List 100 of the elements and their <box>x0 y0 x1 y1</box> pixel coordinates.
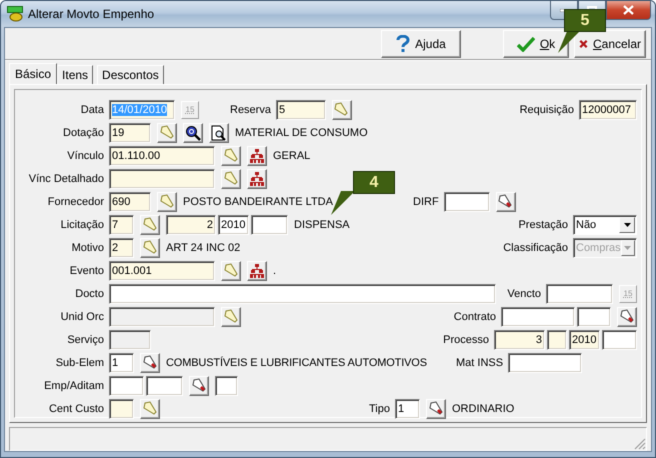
field-label: Data <box>80 104 104 116</box>
field-label: DIRF <box>413 196 439 208</box>
input-field[interactable] <box>577 306 611 326</box>
input-field[interactable]: 2010 <box>569 330 600 350</box>
hierarchy-button[interactable] <box>247 146 267 166</box>
flashlight-icon <box>224 263 238 278</box>
lookup-button[interactable] <box>221 306 241 326</box>
input-field[interactable]: 01.110.00 <box>109 146 215 166</box>
input-field[interactable]: 2 <box>109 238 134 258</box>
flashlight-icon <box>620 309 634 324</box>
input-field[interactable] <box>251 214 288 234</box>
input-field[interactable] <box>109 168 215 188</box>
description-text: COMBUSTÍVEIS E LUBRIFICANTES AUTOMOTIVOS <box>166 356 427 368</box>
dropdown-arrow-icon <box>624 222 630 226</box>
lookup-button[interactable] <box>221 146 241 166</box>
input-field[interactable]: 19 <box>109 122 151 142</box>
field-label: Docto <box>74 288 104 300</box>
description-text: DISPENSA <box>294 218 350 230</box>
input-field[interactable] <box>546 284 613 304</box>
input-field[interactable]: 3 <box>494 330 545 350</box>
field-label: Sub-Elem <box>54 356 104 368</box>
field-label: Prestação <box>518 218 568 230</box>
field-label: Classificação <box>503 242 568 254</box>
input-field[interactable]: 1 <box>109 352 134 372</box>
lookup-button[interactable] <box>189 376 209 396</box>
tab[interactable]: Descontos <box>97 65 164 84</box>
input-field[interactable] <box>508 352 582 372</box>
lookup-button[interactable] <box>140 352 160 372</box>
lookup-button[interactable] <box>426 398 446 418</box>
input-field[interactable]: 7 <box>109 214 134 234</box>
lookup-button[interactable] <box>140 238 160 258</box>
field-label: Fornecedor <box>46 196 104 208</box>
description-text: POSTO BANDEIRANTE LTDA <box>183 196 333 208</box>
field-label: Contrato <box>454 310 496 322</box>
input-field[interactable]: 001.001 <box>109 260 215 280</box>
field-label: Mat INSS <box>456 356 504 368</box>
flashlight-icon <box>428 401 444 416</box>
flashlight-icon <box>142 240 158 255</box>
description-text: . <box>273 264 276 276</box>
lookup-button[interactable] <box>332 100 352 120</box>
input-field[interactable]: 1 <box>395 398 420 418</box>
input-field[interactable]: 2010 <box>218 214 249 234</box>
input-field[interactable]: 2 <box>166 214 216 234</box>
hierarchy-button[interactable] <box>247 260 267 280</box>
tab[interactable]: Itens <box>57 65 94 84</box>
input-field[interactable] <box>109 398 134 418</box>
help-button[interactable]: Ajuda <box>381 30 461 58</box>
step-tooltip: 4 <box>353 171 395 194</box>
lookup-button[interactable] <box>140 214 160 234</box>
search-button[interactable] <box>183 122 203 142</box>
cancel-button[interactable]: Cancelar <box>574 30 646 58</box>
dropdown[interactable]: Não <box>573 214 637 234</box>
hierarchy-icon <box>250 148 264 162</box>
close-icon <box>579 37 588 51</box>
lookup-button[interactable] <box>157 122 177 142</box>
close-button[interactable] <box>606 1 651 20</box>
field-label: Processo <box>443 334 489 346</box>
help-icon <box>396 35 410 53</box>
flashlight-icon <box>142 401 158 416</box>
description-text: ART 24 INC 02 <box>166 242 240 254</box>
input-field[interactable] <box>146 376 183 396</box>
input-field[interactable] <box>547 330 567 350</box>
flashlight-icon <box>224 148 238 163</box>
field-label: Serviço <box>66 334 104 346</box>
field-label: Motivo <box>70 242 104 254</box>
ok-button[interactable]: Ok <box>503 30 569 58</box>
input-field[interactable] <box>215 376 238 396</box>
flashlight-icon <box>498 194 514 209</box>
tab[interactable]: Básico <box>9 63 58 84</box>
input-field[interactable]: 690 <box>109 192 151 212</box>
input-field[interactable] <box>602 330 637 350</box>
flashlight-icon <box>334 102 350 117</box>
field-label: Vínc Detalhado <box>28 172 104 184</box>
input-field[interactable] <box>444 192 490 212</box>
preview-button[interactable] <box>209 122 229 142</box>
app-icon <box>7 6 23 22</box>
flashlight-icon <box>224 171 238 186</box>
field-label: Reserva <box>230 104 271 116</box>
description-text: MATERIAL DE CONSUMO <box>235 126 368 138</box>
input-field[interactable]: 5 <box>276 100 326 120</box>
lookup-button[interactable] <box>496 192 516 212</box>
lookup-button[interactable] <box>140 398 160 418</box>
flashlight-icon <box>192 378 206 393</box>
field-label: Emp/Aditam <box>43 380 104 392</box>
lookup-button[interactable] <box>221 168 241 188</box>
checkmark-icon <box>516 36 535 52</box>
close-icon <box>623 5 634 15</box>
input-field[interactable] <box>109 284 496 304</box>
search-icon <box>185 124 201 140</box>
input-field[interactable] <box>109 376 144 396</box>
lookup-button[interactable] <box>221 260 241 280</box>
input-field[interactable] <box>501 306 575 326</box>
hierarchy-icon <box>250 172 264 186</box>
input-field[interactable]: 12000007 <box>579 100 637 120</box>
flashlight-icon <box>142 355 158 370</box>
hierarchy-button[interactable] <box>247 168 267 188</box>
lookup-button[interactable] <box>617 306 637 326</box>
field-label: Unid Orc <box>60 310 104 322</box>
lookup-button[interactable] <box>157 192 177 212</box>
description-text: GERAL <box>273 150 310 162</box>
